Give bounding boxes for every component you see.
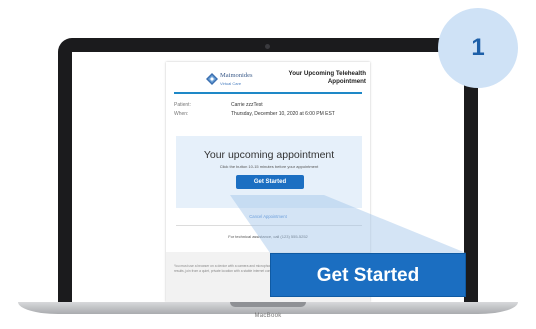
step-number-badge: 1 xyxy=(438,8,518,88)
get-started-callout-button[interactable]: Get Started xyxy=(270,253,466,297)
